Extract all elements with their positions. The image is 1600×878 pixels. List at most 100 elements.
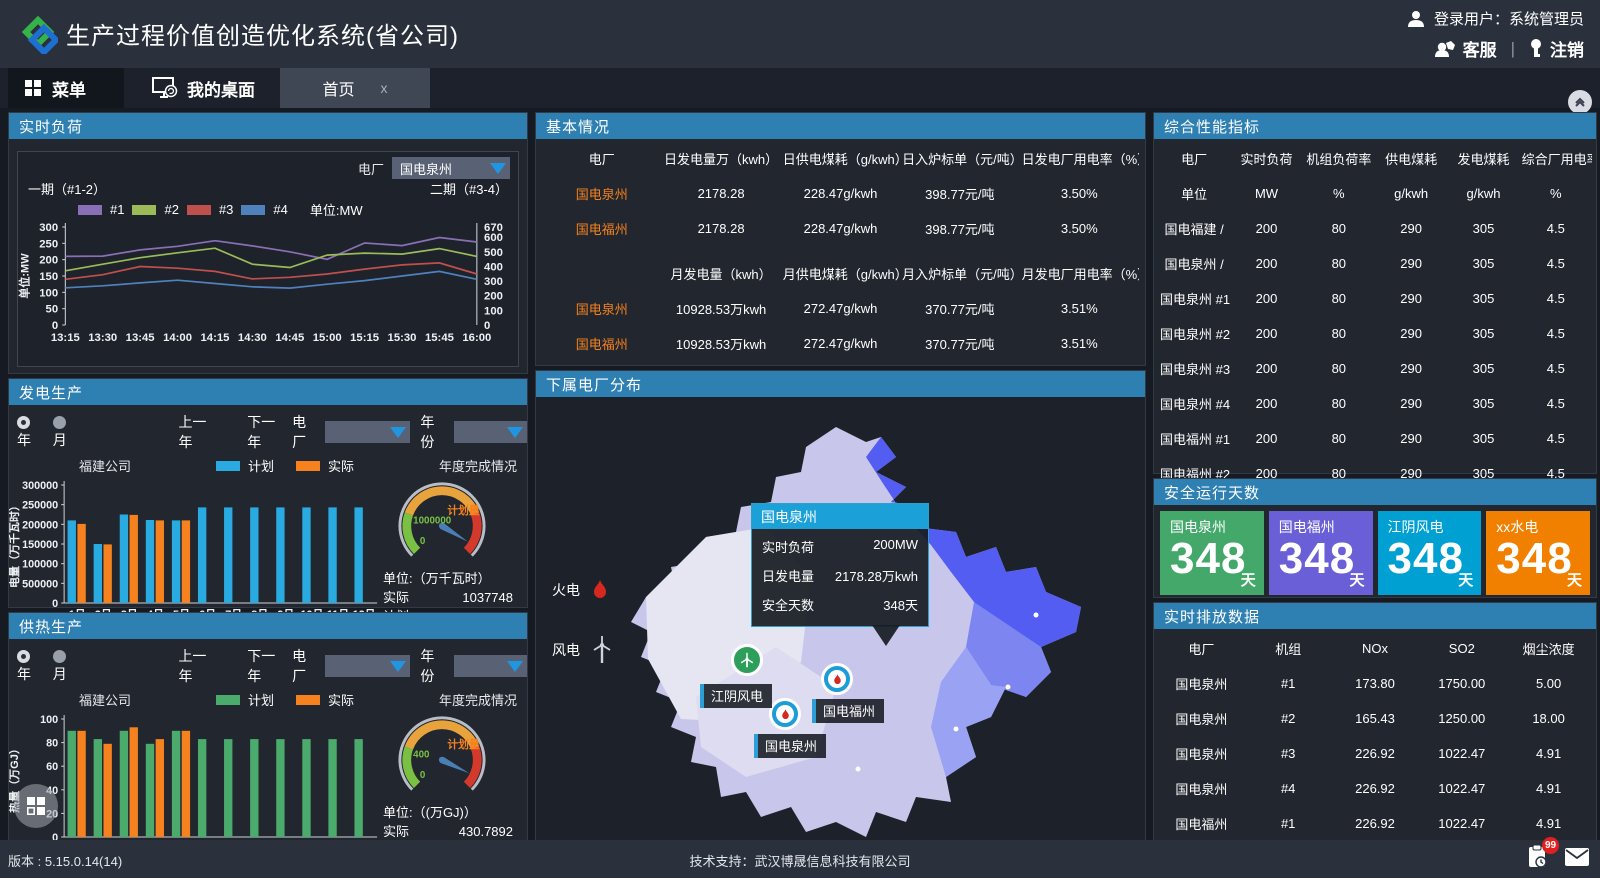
- heat-gauge: 4000计划量: [383, 709, 501, 801]
- service-button[interactable]: 客服: [1434, 36, 1497, 61]
- table-cell: 226.92: [1332, 771, 1419, 806]
- user-icon: [1406, 9, 1426, 29]
- map-marker-fuzhou[interactable]: [821, 663, 853, 695]
- svg-text:100: 100: [484, 306, 503, 318]
- table-cell: #4: [1245, 771, 1332, 806]
- heat-plant-select[interactable]: [325, 655, 410, 677]
- plant-select[interactable]: 国电泉州: [392, 157, 510, 179]
- table-cell: 200: [1230, 421, 1302, 456]
- top-bar: 生产过程价值创造优化系统(省公司) 登录用户：系统管理员 客服 | 注销: [0, 0, 1600, 68]
- safety-cards: 国电泉州348天国电福州348天江阴风电348天xx水电348天: [1154, 505, 1596, 601]
- next-year-button[interactable]: 下一年: [247, 646, 282, 686]
- table-units-cell: 单位: [1158, 176, 1230, 211]
- panel-plant-map-title: 下属电厂分布: [536, 371, 1145, 397]
- quick-menu-button[interactable]: [14, 784, 58, 828]
- table-cell: 173.80: [1332, 666, 1419, 701]
- menu-button[interactable]: 菜单: [8, 68, 124, 108]
- table-cell: #3: [1245, 736, 1332, 771]
- generation-year-select[interactable]: [454, 421, 527, 443]
- table-cell: 80: [1303, 246, 1375, 281]
- panel-generation-title: 发电生产: [9, 379, 527, 405]
- table-cell: 80: [1303, 316, 1375, 351]
- svg-text:200: 200: [39, 255, 58, 267]
- generation-plant-select[interactable]: [325, 421, 410, 443]
- plant-select-label: 电厂: [292, 412, 315, 452]
- tab-close-icon[interactable]: x: [381, 80, 388, 96]
- table-cell: 272.47g/kwh: [781, 291, 900, 326]
- table-cell: 3.51%: [1020, 326, 1139, 361]
- table-cell: 305: [1447, 246, 1519, 281]
- table-cell: 305: [1447, 316, 1519, 351]
- tab-home[interactable]: 首页 x: [280, 68, 430, 108]
- svg-text:500: 500: [484, 247, 503, 259]
- table-cell: 200: [1230, 316, 1302, 351]
- next-year-button[interactable]: 下一年: [247, 412, 282, 452]
- svg-text:150000: 150000: [22, 539, 58, 551]
- table-cell: 4.5: [1520, 351, 1592, 386]
- table-header-cell: 日供电煤耗（g/kwh）: [781, 141, 900, 176]
- prev-year-button[interactable]: 上一年: [178, 412, 213, 452]
- table-row: 国电泉州 #2200802903054.5: [1158, 316, 1592, 351]
- table-cell: 200: [1230, 351, 1302, 386]
- plant-select-label: 电厂: [358, 159, 384, 178]
- plant-select-label: 电厂: [292, 646, 315, 686]
- table-cell: #1: [1245, 666, 1332, 701]
- table-cell: 398.77元/吨: [900, 176, 1019, 211]
- table-cell: 4.5: [1520, 281, 1592, 316]
- map-marker-jiangyin-wind[interactable]: [731, 644, 763, 676]
- table-cell: 国电泉州: [1158, 771, 1245, 806]
- svg-text:13:45: 13:45: [126, 332, 155, 344]
- dropdown-arrow-icon: [507, 427, 523, 438]
- table-cell: 3.50%: [1020, 211, 1139, 246]
- panel-plant-map: 下属电厂分布 火电: [535, 370, 1146, 844]
- panel-basic-info-title: 基本情况: [536, 113, 1145, 139]
- svg-text:60: 60: [46, 761, 58, 773]
- support-label: 技术支持：武汉博晟信息科技有限公司: [0, 851, 1600, 870]
- table-cell: 国电泉州 #2: [1158, 316, 1230, 351]
- logout-button[interactable]: 注销: [1529, 36, 1584, 61]
- table-cell: 4.5: [1520, 386, 1592, 421]
- safety-card: xx水电348天: [1486, 511, 1590, 595]
- table-header-cell: 机组: [1245, 631, 1332, 666]
- dropdown-arrow-icon: [490, 163, 506, 174]
- svg-text:1000000: 1000000: [413, 516, 452, 527]
- message-button[interactable]: [1564, 847, 1590, 870]
- safety-card-unit: 天: [1458, 569, 1473, 590]
- panel-emission: 实时排放数据 电厂机组NOxSO2烟尘浓度国电泉州#1173.801750.00…: [1153, 602, 1597, 844]
- table-header-cell: SO2: [1418, 631, 1505, 666]
- legend-swatch-1: [78, 205, 102, 215]
- task-notification-button[interactable]: 99: [1526, 844, 1550, 873]
- map-tooltip-title: 国电泉州: [752, 504, 928, 529]
- table-row: 国电福州2178.28228.47g/kwh398.77元/吨3.50%: [542, 211, 1139, 246]
- radio-month[interactable]: 月: [53, 414, 79, 450]
- my-desktop-button[interactable]: 我的桌面: [140, 68, 267, 108]
- map-label-quanzhou[interactable]: 国电泉州: [754, 734, 826, 758]
- table-row: 国电泉州#4226.921022.474.91: [1158, 771, 1592, 806]
- table-row: 国电泉州2178.28228.47g/kwh398.77元/吨3.50%: [542, 176, 1139, 211]
- table-cell: 3.50%: [1020, 176, 1139, 211]
- footer-bar: 版本 : 5.15.0.14(14) 技术支持：武汉博晟信息科技有限公司 99: [0, 840, 1600, 878]
- svg-text:50: 50: [46, 304, 59, 316]
- key-icon: [1529, 39, 1543, 59]
- table-units-cell: MW: [1230, 176, 1302, 211]
- table-cell: 200: [1230, 246, 1302, 281]
- table-cell: 10928.53万kwh: [661, 291, 780, 326]
- map-marker-quanzhou[interactable]: [769, 698, 801, 730]
- map-label-jiangyin[interactable]: 江阴风电: [700, 684, 772, 708]
- svg-text:0: 0: [52, 320, 58, 332]
- table-cell: 305: [1447, 281, 1519, 316]
- map-legend-fire: 火电: [552, 579, 610, 601]
- app-window: 生产过程价值创造优化系统(省公司) 登录用户：系统管理员 客服 | 注销: [0, 0, 1600, 878]
- table-cell: 国电福州: [542, 211, 661, 246]
- year-select-label: 年份: [420, 646, 443, 686]
- prev-year-button[interactable]: 上一年: [178, 646, 213, 686]
- radio-month[interactable]: 月: [53, 648, 79, 684]
- map-label-fuzhou[interactable]: 国电福州: [812, 699, 884, 723]
- table-cell: 2178.28: [661, 211, 780, 246]
- table-units-cell: %: [1520, 176, 1592, 211]
- heat-year-select[interactable]: [454, 655, 527, 677]
- gauge-unit: 单位:（(万GJ)）: [383, 804, 513, 822]
- radio-year[interactable]: 年: [17, 414, 43, 450]
- collapse-chevron-button[interactable]: [1568, 90, 1592, 114]
- radio-year[interactable]: 年: [17, 648, 43, 684]
